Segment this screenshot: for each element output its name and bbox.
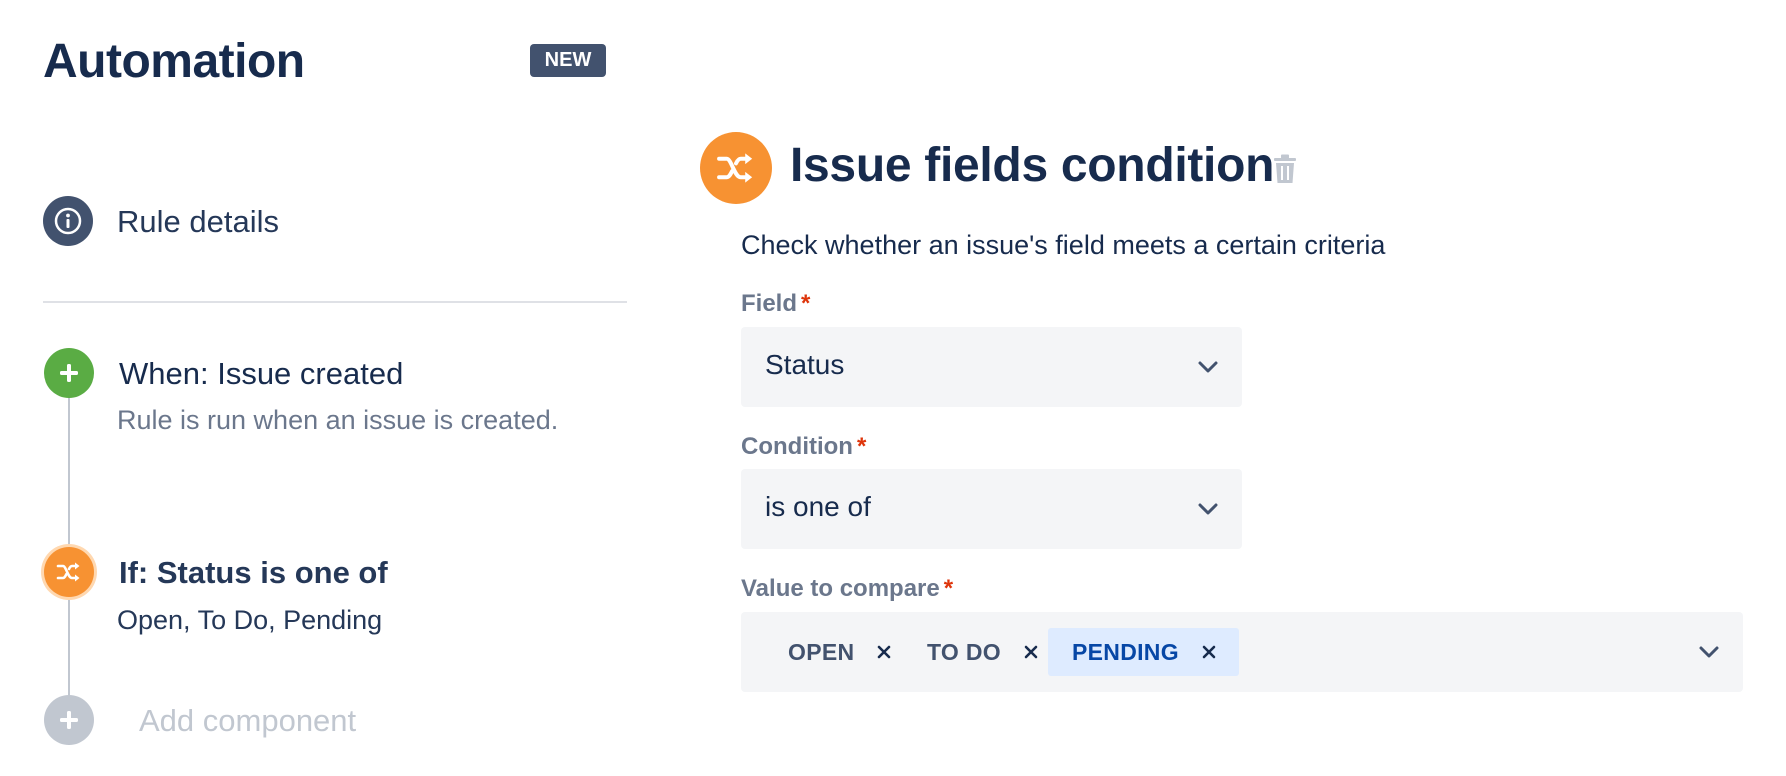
info-icon — [54, 207, 82, 235]
close-icon[interactable] — [1201, 644, 1217, 660]
value-to-compare-multiselect[interactable]: OPEN TO DO PENDING — [741, 612, 1743, 692]
close-icon[interactable] — [1023, 644, 1039, 660]
field-select-value: Status — [765, 349, 845, 380]
add-component-node[interactable] — [44, 695, 94, 745]
condition-header-icon — [700, 132, 772, 204]
page-title: Automation — [43, 35, 305, 88]
required-marker: * — [943, 575, 954, 602]
rule-details-node[interactable] — [43, 196, 93, 246]
panel-title: Issue fields condition — [790, 139, 1275, 192]
sidebar-divider — [43, 301, 627, 303]
value-tag-todo: TO DO — [927, 628, 1039, 676]
condition-select-value: is one of — [765, 491, 871, 522]
trigger-description: Rule is run when an issue is created. — [117, 405, 559, 435]
plus-icon — [60, 711, 78, 729]
chevron-down-icon — [1198, 361, 1218, 373]
shuffle-icon — [56, 562, 80, 582]
trigger-title[interactable]: When: Issue created — [119, 356, 403, 392]
trigger-node[interactable] — [44, 348, 94, 398]
tag-label: TO DO — [927, 638, 1001, 665]
condition-title[interactable]: If: Status is one of — [119, 555, 388, 591]
condition-node[interactable] — [44, 547, 94, 597]
field-select[interactable]: Status — [741, 327, 1242, 407]
shuffle-icon — [717, 153, 753, 183]
condition-description: Open, To Do, Pending — [117, 605, 383, 635]
trash-icon[interactable] — [1273, 154, 1297, 184]
field-label: Field * — [741, 290, 811, 317]
required-marker: * — [856, 433, 867, 460]
value-tag-pending: PENDING — [1048, 628, 1239, 676]
plus-icon — [60, 364, 78, 382]
rule-details-link[interactable]: Rule details — [117, 204, 279, 240]
add-component-button[interactable]: Add component — [139, 703, 356, 739]
value-to-compare-label: Value to compare * — [741, 575, 954, 602]
new-badge: NEW — [530, 44, 606, 77]
chevron-down-icon — [1198, 503, 1218, 515]
value-tag-open: OPEN — [788, 628, 892, 676]
chevron-down-icon — [1699, 646, 1719, 658]
condition-select[interactable]: is one of — [741, 469, 1242, 549]
close-icon[interactable] — [876, 644, 892, 660]
tag-label: OPEN — [788, 638, 855, 665]
tag-label: PENDING — [1072, 638, 1179, 665]
required-marker: * — [801, 290, 811, 317]
panel-description: Check whether an issue's field meets a c… — [741, 230, 1386, 260]
condition-label: Condition * — [741, 433, 867, 460]
